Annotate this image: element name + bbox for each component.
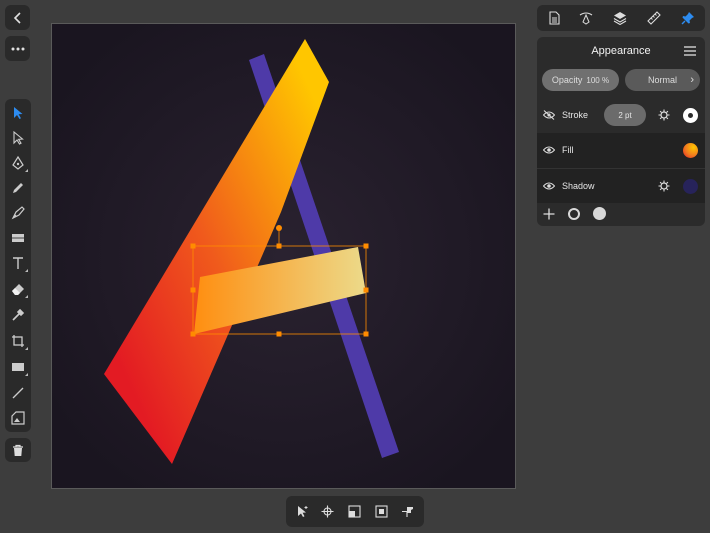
- fill-color-swatch[interactable]: [683, 143, 698, 158]
- pushpin-icon: [402, 507, 413, 517]
- handle-left[interactable]: [190, 287, 196, 293]
- artwork: [52, 24, 515, 488]
- snapping-button[interactable]: [314, 496, 341, 527]
- handle-bottom[interactable]: [276, 331, 282, 337]
- studio-tabs: [537, 5, 705, 31]
- color-picker-tool[interactable]: [5, 303, 31, 327]
- eraser-tool[interactable]: [5, 277, 31, 301]
- document-canvas[interactable]: [51, 23, 516, 489]
- rectangle-icon: [12, 363, 24, 371]
- gear-icon[interactable]: [658, 109, 670, 121]
- line-tool[interactable]: [5, 381, 31, 405]
- vector-brush-tool[interactable]: [5, 201, 31, 225]
- tab-document[interactable]: [537, 5, 571, 31]
- stroke-row[interactable]: Stroke 2 pt: [537, 98, 705, 133]
- pointer-arrow-icon: [14, 107, 23, 119]
- chevron-right-icon: ›: [690, 74, 694, 86]
- pin-icon: [681, 12, 694, 25]
- transform-origin-button[interactable]: [341, 496, 368, 527]
- handle-top-left[interactable]: [190, 243, 196, 249]
- shadow-label: Shadow: [562, 181, 595, 191]
- ruler-icon: [647, 11, 661, 25]
- handle-bottom-right[interactable]: [363, 331, 369, 337]
- square-center-icon: [375, 505, 388, 518]
- hamburger-menu-icon[interactable]: [684, 46, 696, 56]
- tab-stroke-studio[interactable]: [569, 5, 603, 31]
- arrow-select-icon: [298, 506, 308, 517]
- blend-mode-value: Normal: [647, 75, 677, 85]
- appearance-panel: Appearance Opacity 100 % Normal › Stroke…: [537, 37, 705, 226]
- pencil-icon: [13, 183, 23, 193]
- crosshair-icon: [321, 505, 334, 518]
- rectangle-tool[interactable]: [5, 355, 31, 379]
- layers-icon: [613, 12, 627, 25]
- pencil-tool[interactable]: [5, 176, 31, 200]
- rotate-handle[interactable]: [276, 225, 282, 231]
- pen-tool[interactable]: [5, 151, 31, 175]
- eye-icon[interactable]: [543, 145, 555, 155]
- text-tool[interactable]: [5, 251, 31, 275]
- square-corner-icon: [348, 505, 361, 518]
- fill-tool[interactable]: [5, 226, 31, 250]
- pin-button[interactable]: [394, 496, 421, 527]
- stroke-width-field[interactable]: 2 pt: [604, 104, 646, 126]
- crop-icon: [12, 335, 24, 347]
- handle-bottom-left[interactable]: [190, 331, 196, 337]
- delete-button[interactable]: [5, 438, 31, 462]
- handle-right[interactable]: [363, 287, 369, 293]
- move-tool[interactable]: [5, 101, 31, 125]
- eye-hidden-icon[interactable]: [543, 110, 555, 120]
- fill-row[interactable]: Fill: [537, 133, 705, 168]
- trash-icon: [13, 444, 23, 456]
- eye-icon[interactable]: [543, 181, 555, 191]
- tools-panel: [5, 99, 31, 432]
- opacity-value: 100 %: [586, 75, 610, 85]
- crop-tool[interactable]: [5, 329, 31, 353]
- gear-icon[interactable]: [658, 180, 670, 192]
- eraser-icon: [12, 284, 24, 295]
- more-button[interactable]: [5, 36, 30, 61]
- eyedropper-icon: [12, 308, 25, 321]
- back-button[interactable]: [5, 5, 30, 30]
- tab-appearance[interactable]: [671, 5, 705, 31]
- select-behind-button[interactable]: [289, 496, 316, 527]
- ellipsis-icon: [11, 47, 24, 50]
- selection-box-button[interactable]: [368, 496, 395, 527]
- fill-label: Fill: [562, 145, 574, 155]
- hollow-arrow-icon: [13, 131, 24, 145]
- tab-layers[interactable]: [603, 5, 637, 31]
- chevron-left-icon: [13, 11, 21, 24]
- pen-icon: [12, 156, 24, 170]
- document-icon: [549, 11, 560, 25]
- blend-mode-select[interactable]: Normal ›: [625, 69, 700, 91]
- panel-footer: [537, 202, 705, 226]
- handle-top[interactable]: [276, 243, 282, 249]
- handle-top-right[interactable]: [363, 243, 369, 249]
- context-toolbar: [286, 496, 424, 527]
- add-fill-button[interactable]: [593, 207, 606, 220]
- pen-curve-icon: [579, 12, 593, 25]
- panel-title: Appearance: [591, 45, 651, 57]
- place-image-icon: [11, 411, 25, 425]
- tab-transform[interactable]: [637, 5, 671, 31]
- gradient-icon: [12, 234, 24, 242]
- opacity-control[interactable]: Opacity 100 %: [542, 69, 619, 91]
- brush-icon: [11, 206, 25, 220]
- add-icon[interactable]: [543, 208, 555, 220]
- node-tool[interactable]: [5, 126, 31, 150]
- add-stroke-button[interactable]: [568, 208, 580, 220]
- stroke-label: Stroke: [562, 110, 589, 120]
- shadow-row[interactable]: Shadow: [537, 168, 705, 203]
- text-T-icon: [13, 257, 23, 269]
- opacity-label: Opacity: [551, 75, 583, 85]
- line-icon: [12, 387, 24, 399]
- stroke-color-swatch[interactable]: [683, 108, 698, 123]
- shadow-color-swatch[interactable]: [683, 179, 698, 194]
- place-tool[interactable]: [5, 406, 31, 430]
